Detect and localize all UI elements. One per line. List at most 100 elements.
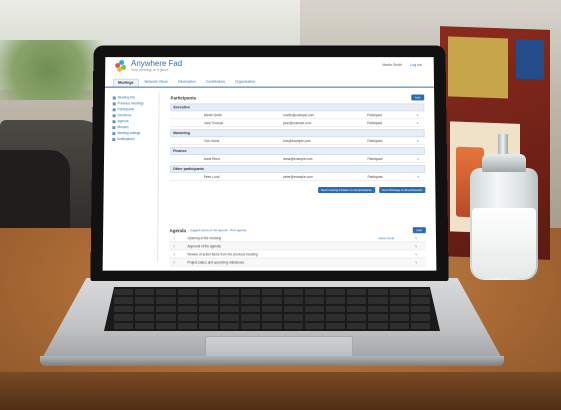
participant-row[interactable]: Jane Thomas jane@example.com Participant ×: [170, 119, 425, 128]
participant-status: Participant: [367, 112, 383, 117]
edit-icon[interactable]: ✎: [415, 260, 425, 264]
keyboard-key: [177, 322, 197, 329]
current-user[interactable]: Martin Smith: [382, 63, 402, 67]
section-title: Executive: [170, 103, 425, 112]
app-tagline: Your meeting, to a good: [130, 67, 168, 72]
keyboard-key: [304, 297, 324, 304]
participant-status: Participant: [367, 156, 383, 161]
participant-section: Executive Martin Smith martin@example.com P…: [170, 103, 425, 128]
keyboard-key: [198, 314, 218, 321]
keyboard-key: [177, 314, 197, 321]
laptop-front-edge: [40, 356, 504, 366]
keyboard-key: [389, 305, 409, 313]
agenda-row[interactable]: 4 Project status and upcoming milestones ✎: [169, 258, 427, 267]
section-title: Other participants: [169, 164, 426, 173]
edit-icon[interactable]: ✎: [415, 244, 425, 248]
keyboard-key: [283, 305, 303, 313]
sidebar-item-icon: [112, 137, 116, 141]
keyboard-key: [220, 289, 240, 296]
keyboard-key: [198, 289, 218, 296]
edit-icon[interactable]: ✎: [415, 252, 425, 256]
keyboard-key: [347, 289, 367, 296]
agenda-row[interactable]: 1 Opening of the meeting Martin Smith ✎: [169, 234, 426, 243]
keyboard-key: [241, 289, 261, 296]
send-message-button[interactable]: Send Message to all participants: [378, 186, 426, 193]
keyboard-key: [262, 289, 282, 296]
keyboard-key: [304, 305, 324, 313]
sidebar-item[interactable]: Notifications: [112, 136, 156, 142]
participant-name: Jane Thomas: [203, 120, 224, 125]
agenda-meta: Martin Smith: [378, 235, 395, 240]
tab-meetings[interactable]: Meetings: [112, 78, 139, 87]
edit-icon[interactable]: ✎: [415, 236, 425, 240]
participant-section: Finance Anna Reed anna@example.com Particip…: [169, 147, 426, 163]
tab-information[interactable]: Information: [174, 79, 200, 87]
remove-icon[interactable]: ×: [417, 139, 425, 143]
keyboard-key: [114, 314, 134, 321]
keyboard-key: [220, 305, 240, 313]
keyboard-key: [368, 289, 388, 296]
keyboard-key: [326, 289, 346, 296]
participant-row[interactable]: Peter Lund peter@example.com Participant ×: [169, 172, 426, 181]
sidebar-menu: Meeting info Previous meetings Participant…: [112, 95, 157, 184]
tab-network-views[interactable]: Network Views: [140, 79, 172, 87]
agenda-text: Approval of the agenda: [187, 243, 221, 248]
keyboard-key: [347, 314, 367, 321]
keyboard-key: [262, 305, 282, 313]
participant-status: Participant: [367, 138, 383, 143]
app-logo-icon: [115, 60, 127, 72]
keyboard-key: [326, 322, 346, 329]
agenda-row[interactable]: 3 Review of action items from the previou…: [169, 250, 427, 259]
participant-row[interactable]: Martin Smith martin@example.com Participan…: [170, 111, 425, 120]
participant-section: Other participants Peter Lund peter@exampl…: [169, 164, 426, 181]
agenda-row[interactable]: 2 Approval of the agenda ✎: [169, 242, 427, 251]
keyboard-key: [241, 305, 261, 313]
sidebar-item-icon: [112, 113, 116, 117]
send-invitation-button[interactable]: Send meeting invitation to all participa…: [317, 186, 375, 193]
keyboard-key: [326, 305, 346, 313]
agenda-links[interactable]: Suggest points for the agenda · Print ag…: [190, 228, 246, 232]
participant-row[interactable]: Anna Reed anna@example.com Participant ×: [169, 155, 426, 163]
remove-icon[interactable]: ×: [417, 121, 425, 125]
participant-status: Participant: [367, 120, 383, 125]
keyboard-key: [241, 297, 261, 304]
tab-organization[interactable]: Organization: [231, 79, 259, 87]
menu-card-panel: [448, 36, 508, 99]
laptop-screen: Anywhere Fad Your meeting, to a good Mar…: [102, 57, 437, 271]
keyboard-key: [114, 305, 134, 313]
logout-link[interactable]: Log out: [410, 63, 422, 67]
remove-icon[interactable]: ×: [417, 174, 425, 178]
keyboard-key: [262, 314, 282, 321]
remove-icon[interactable]: ×: [417, 157, 425, 161]
keyboard-key: [220, 297, 240, 304]
keyboard-key: [389, 289, 409, 296]
keyboard-key: [326, 314, 346, 321]
agenda-number: 2: [173, 243, 176, 248]
remove-icon[interactable]: ×: [417, 113, 425, 117]
laptop-keyboard: [104, 287, 440, 331]
keyboard-key: [368, 322, 388, 329]
keyboard-key: [220, 322, 240, 329]
table-edge: [0, 372, 561, 410]
sidebar-item-label: Notifications: [117, 137, 135, 142]
keyboard-key: [156, 305, 176, 313]
participant-status: Participant: [367, 174, 383, 179]
tab-contributors[interactable]: Contributors: [202, 79, 229, 87]
add-agenda-item-button[interactable]: Add: [412, 227, 426, 234]
keyboard-key: [135, 322, 155, 329]
participant-name: Tom Harris: [203, 138, 220, 143]
keyboard-key: [114, 289, 134, 296]
keyboard-key: [347, 297, 367, 304]
keyboard-key: [114, 322, 134, 329]
keyboard-key: [198, 297, 218, 304]
section-title: Marketing: [170, 129, 425, 138]
participant-row[interactable]: Tom Harris tom@example.com Participant ×: [170, 137, 425, 146]
add-participant-button[interactable]: Add: [410, 94, 425, 101]
app-header: Anywhere Fad Your meeting, to a good Mar…: [105, 57, 434, 77]
main-nav: Meetings Network Views Information Contribu…: [104, 78, 435, 88]
keyboard-key: [368, 314, 388, 321]
keyboard-key: [177, 305, 197, 313]
section-title: Finance: [170, 147, 425, 156]
keyboard-key: [220, 314, 240, 321]
participant-name: Peter Lund: [203, 174, 220, 179]
